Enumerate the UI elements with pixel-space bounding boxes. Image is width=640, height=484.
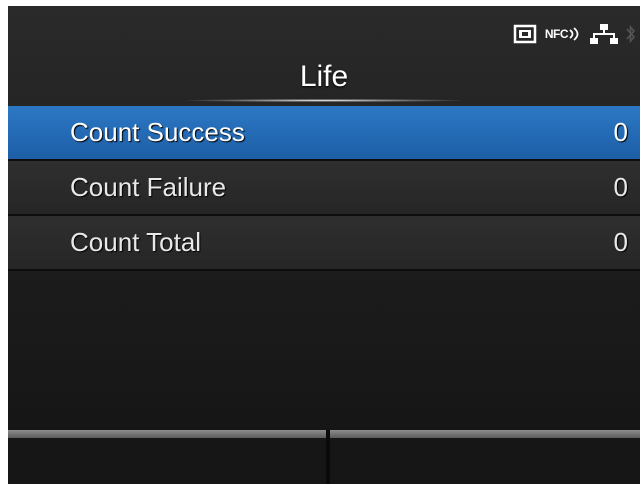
list-item-value: 0 xyxy=(613,227,628,257)
title-underline xyxy=(188,99,460,102)
status-bar: NFC xyxy=(513,20,640,48)
printer-screen: NFC Life Count Success 0 Count Failure 0… xyxy=(8,6,640,484)
row-divider xyxy=(8,269,640,271)
list-item-count-failure[interactable]: Count Failure 0 xyxy=(8,161,640,216)
softkey-left-indicator xyxy=(8,430,326,438)
softkey-right-indicator xyxy=(330,430,640,438)
network-icon xyxy=(590,23,618,45)
header: Life xyxy=(8,54,640,104)
list-item-label: Count Failure xyxy=(70,172,227,202)
nfc-icon: NFC xyxy=(545,26,582,42)
softkey-right[interactable] xyxy=(330,430,640,484)
list-item-label: Count Success xyxy=(70,117,245,147)
nfc-label: NFC xyxy=(544,27,569,41)
list-item-value: 0 xyxy=(613,172,628,202)
list-item-value: 0 xyxy=(613,117,628,147)
softkey-bar xyxy=(8,430,640,484)
sd-card-icon xyxy=(513,24,537,44)
bluetooth-icon xyxy=(626,23,636,45)
list-item-label: Count Total xyxy=(70,227,202,257)
list-item-count-success[interactable]: Count Success 0 xyxy=(8,106,640,161)
list-item-count-total[interactable]: Count Total 0 xyxy=(8,216,640,271)
counter-list: Count Success 0 Count Failure 0 Count To… xyxy=(8,106,640,271)
softkey-left[interactable] xyxy=(8,430,326,484)
page-title: Life xyxy=(299,60,349,93)
